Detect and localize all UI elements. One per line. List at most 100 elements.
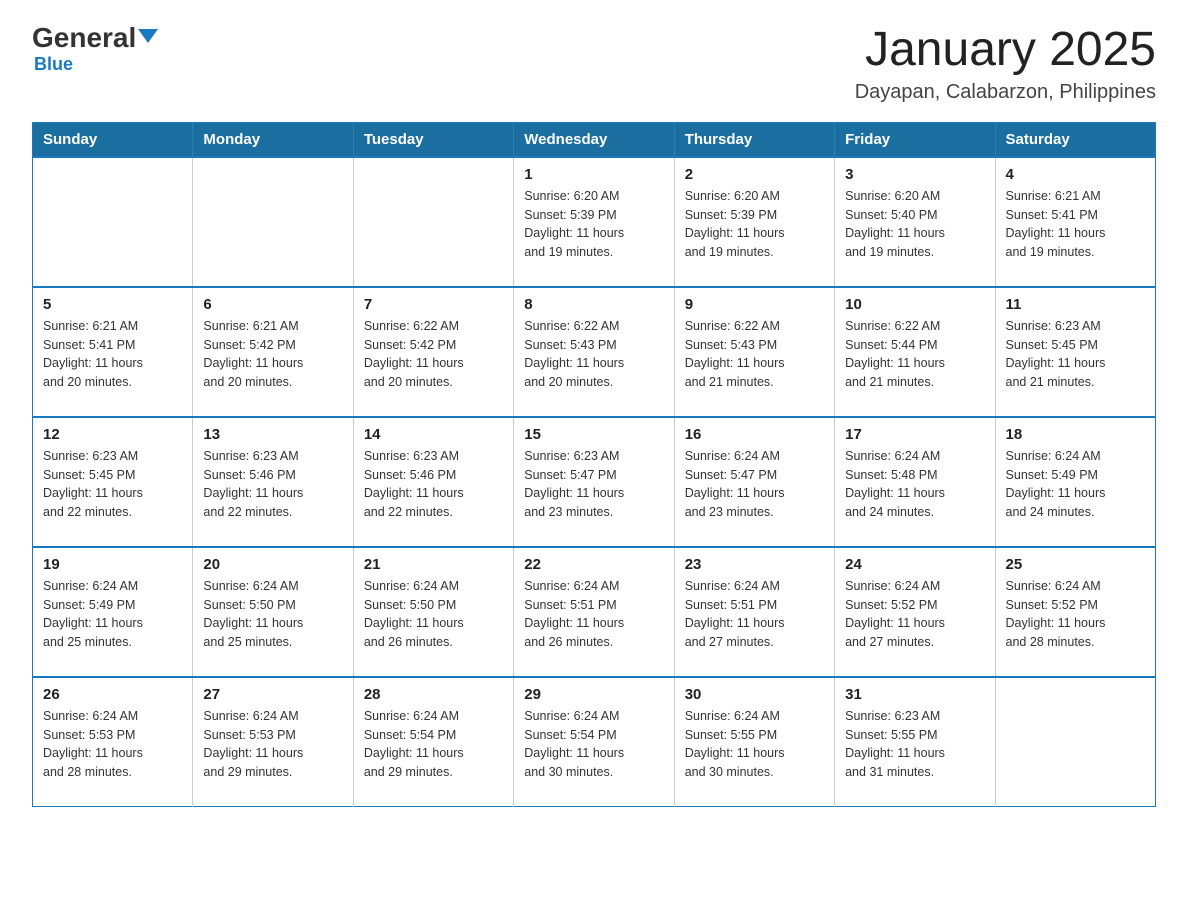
calendar-cell: 13 Sunrise: 6:23 AMSunset: 5:46 PMDayligh…	[193, 417, 353, 547]
day-info: Sunrise: 6:24 AMSunset: 5:47 PMDaylight:…	[685, 447, 824, 522]
day-number: 21	[364, 556, 503, 573]
day-info: Sunrise: 6:24 AMSunset: 5:55 PMDaylight:…	[685, 707, 824, 782]
day-info: Sunrise: 6:21 AMSunset: 5:42 PMDaylight:…	[203, 317, 342, 392]
day-info: Sunrise: 6:24 AMSunset: 5:52 PMDaylight:…	[1006, 577, 1145, 652]
calendar-cell: 21 Sunrise: 6:24 AMSunset: 5:50 PMDayligh…	[353, 547, 513, 677]
calendar-header: SundayMondayTuesdayWednesdayThursdayFrid…	[33, 122, 1156, 157]
calendar-cell: 16 Sunrise: 6:24 AMSunset: 5:47 PMDayligh…	[674, 417, 834, 547]
page-title: January 2025	[855, 24, 1156, 77]
day-info: Sunrise: 6:23 AMSunset: 5:46 PMDaylight:…	[364, 447, 503, 522]
day-info: Sunrise: 6:23 AMSunset: 5:46 PMDaylight:…	[203, 447, 342, 522]
day-of-week-header: Sunday	[33, 122, 193, 157]
location-subtitle: Dayapan, Calabarzon, Philippines	[855, 81, 1156, 104]
calendar-cell	[353, 157, 513, 287]
day-number: 9	[685, 296, 824, 313]
calendar-table: SundayMondayTuesdayWednesdayThursdayFrid…	[32, 122, 1156, 808]
day-number: 8	[524, 296, 663, 313]
day-number: 4	[1006, 166, 1145, 183]
calendar-cell: 30 Sunrise: 6:24 AMSunset: 5:55 PMDayligh…	[674, 677, 834, 807]
day-number: 27	[203, 686, 342, 703]
calendar-cell: 7 Sunrise: 6:22 AMSunset: 5:42 PMDaylight…	[353, 287, 513, 417]
calendar-cell: 28 Sunrise: 6:24 AMSunset: 5:54 PMDayligh…	[353, 677, 513, 807]
calendar-cell: 2 Sunrise: 6:20 AMSunset: 5:39 PMDaylight…	[674, 157, 834, 287]
day-info: Sunrise: 6:22 AMSunset: 5:43 PMDaylight:…	[685, 317, 824, 392]
day-number: 22	[524, 556, 663, 573]
day-number: 2	[685, 166, 824, 183]
day-info: Sunrise: 6:22 AMSunset: 5:42 PMDaylight:…	[364, 317, 503, 392]
calendar-body: 1 Sunrise: 6:20 AMSunset: 5:39 PMDaylight…	[33, 157, 1156, 807]
day-number: 6	[203, 296, 342, 313]
day-info: Sunrise: 6:24 AMSunset: 5:53 PMDaylight:…	[203, 707, 342, 782]
day-of-week-header: Thursday	[674, 122, 834, 157]
calendar-week-row: 26 Sunrise: 6:24 AMSunset: 5:53 PMDayligh…	[33, 677, 1156, 807]
calendar-cell: 12Sunrise: 6:23 AMSunset: 5:45 PMDayligh…	[33, 417, 193, 547]
day-info: Sunrise: 6:24 AMSunset: 5:50 PMDaylight:…	[203, 577, 342, 652]
day-info: Sunrise: 6:23 AMSunset: 5:55 PMDaylight:…	[845, 707, 984, 782]
calendar-cell: 26 Sunrise: 6:24 AMSunset: 5:53 PMDayligh…	[33, 677, 193, 807]
day-number: 31	[845, 686, 984, 703]
calendar-cell: 20 Sunrise: 6:24 AMSunset: 5:50 PMDayligh…	[193, 547, 353, 677]
day-of-week-header: Monday	[193, 122, 353, 157]
day-number: 28	[364, 686, 503, 703]
day-info: Sunrise: 6:24 AMSunset: 5:48 PMDaylight:…	[845, 447, 984, 522]
calendar-cell: 1Sunrise: 6:20 AMSunset: 5:39 PMDaylight…	[514, 157, 674, 287]
day-of-week-header: Wednesday	[514, 122, 674, 157]
title-area: January 2025 Dayapan, Calabarzon, Philip…	[855, 24, 1156, 104]
calendar-cell: 10Sunrise: 6:22 AMSunset: 5:44 PMDayligh…	[835, 287, 995, 417]
calendar-cell: 6 Sunrise: 6:21 AMSunset: 5:42 PMDaylight…	[193, 287, 353, 417]
calendar-cell: 11Sunrise: 6:23 AMSunset: 5:45 PMDayligh…	[995, 287, 1155, 417]
calendar-cell: 15Sunrise: 6:23 AMSunset: 5:47 PMDayligh…	[514, 417, 674, 547]
calendar-cell: 22 Sunrise: 6:24 AMSunset: 5:51 PMDayligh…	[514, 547, 674, 677]
calendar-cell: 4 Sunrise: 6:21 AMSunset: 5:41 PMDaylight…	[995, 157, 1155, 287]
day-info: Sunrise: 6:22 AMSunset: 5:43 PMDaylight:…	[524, 317, 663, 392]
calendar-cell: 29 Sunrise: 6:24 AMSunset: 5:54 PMDayligh…	[514, 677, 674, 807]
day-number: 13	[203, 426, 342, 443]
day-number: 20	[203, 556, 342, 573]
day-number: 10	[845, 296, 984, 313]
day-number: 25	[1006, 556, 1145, 573]
calendar-week-row: 1 Sunrise: 6:20 AMSunset: 5:39 PMDaylight…	[33, 157, 1156, 287]
day-info: Sunrise: 6:20 AMSunset: 5:39 PMDaylight:…	[685, 187, 824, 262]
day-info: Sunrise: 6:24 AMSunset: 5:53 PMDaylight:…	[43, 707, 182, 782]
page-header: General Blue January 2025 Dayapan, Calab…	[32, 24, 1156, 104]
day-info: Sunrise: 6:24 AMSunset: 5:54 PMDaylight:…	[364, 707, 503, 782]
calendar-cell	[33, 157, 193, 287]
days-of-week-row: SundayMondayTuesdayWednesdayThursdayFrid…	[33, 122, 1156, 157]
day-number: 14	[364, 426, 503, 443]
day-number: 5	[43, 296, 182, 313]
day-info: Sunrise: 6:24 AMSunset: 5:50 PMDaylight:…	[364, 577, 503, 652]
day-number: 29	[524, 686, 663, 703]
logo-wordmark: General	[32, 24, 158, 52]
calendar-week-row: 12Sunrise: 6:23 AMSunset: 5:45 PMDayligh…	[33, 417, 1156, 547]
day-number: 26	[43, 686, 182, 703]
day-info: Sunrise: 6:24 AMSunset: 5:51 PMDaylight:…	[524, 577, 663, 652]
day-info: Sunrise: 6:24 AMSunset: 5:51 PMDaylight:…	[685, 577, 824, 652]
day-of-week-header: Saturday	[995, 122, 1155, 157]
day-number: 12	[43, 426, 182, 443]
logo-triangle-icon	[138, 29, 158, 43]
day-number: 16	[685, 426, 824, 443]
day-number: 7	[364, 296, 503, 313]
logo-blue-label: Blue	[34, 54, 73, 75]
day-of-week-header: Friday	[835, 122, 995, 157]
day-number: 24	[845, 556, 984, 573]
calendar-cell: 3Sunrise: 6:20 AMSunset: 5:40 PMDaylight…	[835, 157, 995, 287]
day-number: 1	[524, 166, 663, 183]
calendar-cell: 5Sunrise: 6:21 AMSunset: 5:41 PMDaylight…	[33, 287, 193, 417]
calendar-cell: 27 Sunrise: 6:24 AMSunset: 5:53 PMDayligh…	[193, 677, 353, 807]
calendar-cell	[995, 677, 1155, 807]
day-number: 15	[524, 426, 663, 443]
day-info: Sunrise: 6:20 AMSunset: 5:40 PMDaylight:…	[845, 187, 984, 262]
calendar-cell	[193, 157, 353, 287]
day-info: Sunrise: 6:21 AMSunset: 5:41 PMDaylight:…	[1006, 187, 1145, 262]
calendar-cell: 31 Sunrise: 6:23 AMSunset: 5:55 PMDayligh…	[835, 677, 995, 807]
day-number: 30	[685, 686, 824, 703]
day-number: 18	[1006, 426, 1145, 443]
day-info: Sunrise: 6:24 AMSunset: 5:52 PMDaylight:…	[845, 577, 984, 652]
calendar-cell: 24 Sunrise: 6:24 AMSunset: 5:52 PMDayligh…	[835, 547, 995, 677]
day-info: Sunrise: 6:24 AMSunset: 5:54 PMDaylight:…	[524, 707, 663, 782]
day-number: 23	[685, 556, 824, 573]
calendar-week-row: 19Sunrise: 6:24 AMSunset: 5:49 PMDayligh…	[33, 547, 1156, 677]
calendar-cell: 25 Sunrise: 6:24 AMSunset: 5:52 PMDayligh…	[995, 547, 1155, 677]
calendar-cell: 23 Sunrise: 6:24 AMSunset: 5:51 PMDayligh…	[674, 547, 834, 677]
